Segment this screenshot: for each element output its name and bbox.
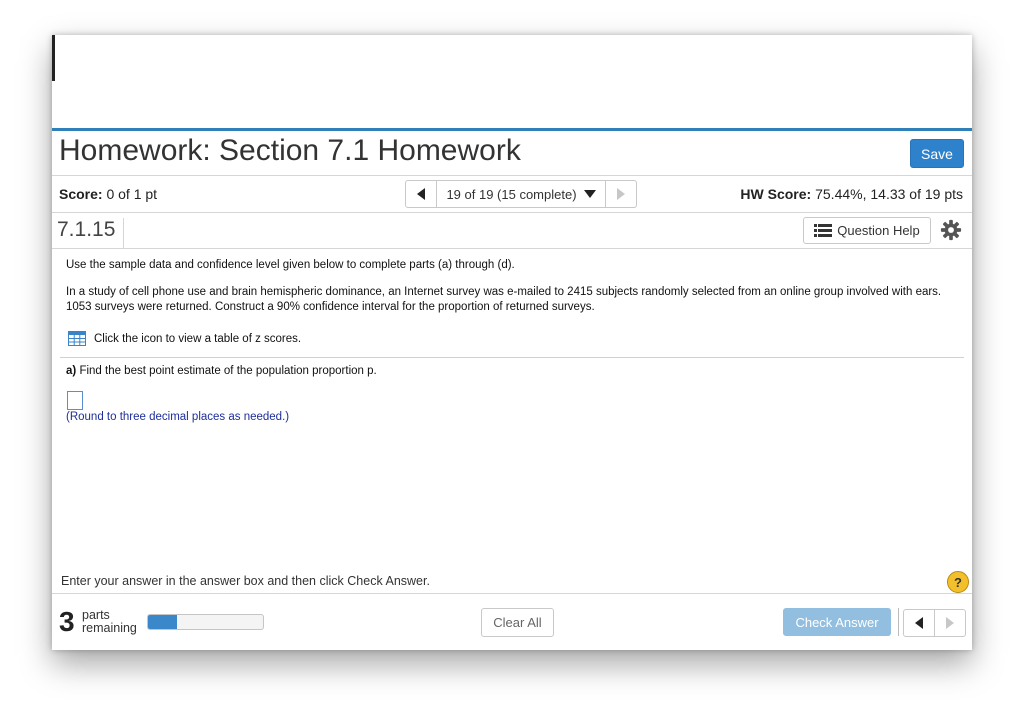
save-button[interactable]: Save [910, 139, 964, 168]
next-question-button[interactable] [605, 180, 637, 208]
question-help-label: Question Help [837, 223, 920, 238]
bottom-nav [903, 609, 966, 637]
z-table-link[interactable]: Click the icon to view a table of z scor… [68, 331, 301, 346]
question-nav: 19 of 19 (15 complete) [405, 180, 637, 208]
text-cursor [52, 35, 55, 81]
next-icon [617, 188, 625, 200]
page-title: Homework: Section 7.1 Homework [59, 134, 521, 167]
prev-icon [915, 617, 923, 629]
list-icon [814, 224, 833, 237]
homework-window: Homework: Section 7.1 Homework Save Scor… [52, 35, 972, 650]
dropdown-icon [583, 190, 596, 198]
score-value: 0 of 1 pt [106, 186, 158, 202]
bottom-bar: 3 parts remaining Clear All Check Answer [52, 593, 972, 650]
part-a-text: Find the best point estimate of the popu… [79, 365, 377, 377]
question-intro: Use the sample data and confidence level… [66, 259, 515, 271]
prev-question-button[interactable] [405, 180, 437, 208]
question-position: 19 of 19 (15 complete) [446, 186, 577, 202]
hw-score-value: 75.44%, 14.33 of 19 pts [815, 186, 963, 202]
question-content: Use the sample data and confidence level… [52, 249, 972, 649]
instructions: Enter your answer in the answer box and … [61, 574, 430, 588]
top-blank-area [52, 35, 972, 128]
question-help-button[interactable]: Question Help [803, 217, 931, 244]
score: Score: 0 of 1 pt [59, 186, 157, 202]
question-bar: 7.1.15 Question Help [52, 213, 972, 249]
prev-icon [417, 188, 425, 200]
title-bar: Homework: Section 7.1 Homework Save [52, 131, 972, 176]
next-icon [946, 617, 954, 629]
hw-score-label: HW Score: [740, 186, 812, 202]
question-number: 7.1.15 [57, 218, 124, 248]
content-divider [60, 357, 964, 358]
button-separator [898, 608, 899, 636]
parts-progress-bar [147, 614, 264, 630]
score-bar: Score: 0 of 1 pt 19 of 19 (15 complete) … [52, 176, 972, 213]
remaining-word: remaining [82, 621, 137, 635]
part-a: a) Find the best point estimate of the p… [66, 365, 377, 377]
z-table-link-text: Click the icon to view a table of z scor… [94, 332, 302, 345]
clear-all-button[interactable]: Clear All [481, 608, 554, 637]
part-a-label: a) [66, 365, 77, 377]
check-answer-button[interactable]: Check Answer [783, 608, 891, 636]
progress-fill [148, 615, 177, 629]
parts-count: 3 [59, 606, 75, 637]
table-grid-icon[interactable] [68, 331, 86, 346]
question-selector[interactable]: 19 of 19 (15 complete) [437, 180, 605, 208]
round-note: (Round to three decimal places as needed… [66, 411, 290, 423]
next-question-button-bottom[interactable] [935, 609, 966, 637]
prev-question-button-bottom[interactable] [903, 609, 935, 637]
hw-score: HW Score: 75.44%, 14.33 of 19 pts [740, 186, 963, 202]
parts-remaining: parts remaining [82, 609, 137, 635]
gear-icon[interactable] [940, 219, 962, 241]
question-text: In a study of cell phone use and brain h… [66, 286, 942, 313]
help-icon[interactable]: ? [947, 571, 969, 593]
score-label: Score: [59, 186, 103, 202]
answer-input[interactable] [67, 391, 83, 410]
